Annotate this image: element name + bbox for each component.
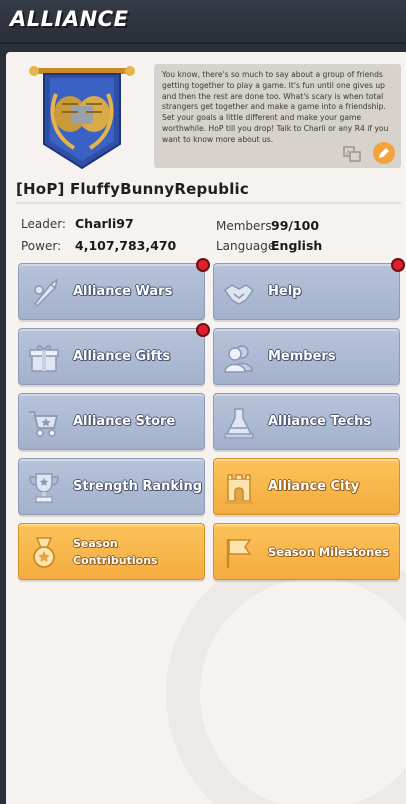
flask-icon xyxy=(224,408,254,439)
language-value: English xyxy=(271,238,323,253)
description-text: You know, there's so much to say about a… xyxy=(162,70,389,144)
top-bar: ALLIANCE xyxy=(0,0,406,44)
members-icon xyxy=(224,345,253,373)
notification-dot xyxy=(196,258,210,272)
medal-icon xyxy=(33,537,55,568)
translate-icon[interactable]: A xyxy=(343,146,361,162)
power-label: Power: xyxy=(21,239,62,253)
handshake-icon xyxy=(223,284,255,305)
members-label: Members: xyxy=(216,219,276,233)
alliance-wars-button[interactable]: Alliance Wars xyxy=(18,258,210,320)
alliance-name: [HoP] FluffyBunnyRepublic xyxy=(16,180,249,198)
season-contributions-button[interactable]: Season Contributions xyxy=(18,523,205,580)
notification-dot xyxy=(196,323,210,337)
tile-label: Strength Ranking xyxy=(73,479,203,494)
help-button[interactable]: Help xyxy=(213,258,405,320)
trophy-icon xyxy=(29,473,59,503)
pencil-icon xyxy=(379,148,389,158)
divider xyxy=(16,202,401,204)
season-milestones-button[interactable]: Season Milestones xyxy=(213,523,400,580)
edit-description-button[interactable] xyxy=(373,142,395,164)
leader-label: Leader: xyxy=(21,217,66,231)
tile-label: Alliance Wars xyxy=(73,284,173,299)
alliance-gifts-button[interactable]: Alliance Gifts xyxy=(18,323,210,385)
rocket-icon xyxy=(33,278,59,308)
alliance-panel: You know, there's so much to say about a… xyxy=(6,52,406,804)
tile-label: Alliance Techs xyxy=(268,414,372,429)
members-count: 99/100 xyxy=(271,218,320,233)
alliance-techs-button[interactable]: Alliance Techs xyxy=(213,393,400,450)
power-value: 4,107,783,470 xyxy=(75,238,177,253)
alliance-description: You know, there's so much to say about a… xyxy=(154,64,401,168)
background-emblem xyxy=(166,544,406,804)
city-icon xyxy=(225,474,253,504)
language-label: Language: xyxy=(216,239,280,253)
strength-ranking-button[interactable]: Strength Ranking xyxy=(18,458,205,515)
tile-label: Members xyxy=(268,349,336,364)
cart-icon xyxy=(29,411,59,437)
tile-label: Help xyxy=(268,284,302,299)
tile-label: Season Contributions xyxy=(73,536,158,567)
members-button[interactable]: Members xyxy=(213,328,400,385)
alliance-store-button[interactable]: Alliance Store xyxy=(18,393,205,450)
tile-label: Alliance Gifts xyxy=(73,349,171,364)
leader-name[interactable]: Charli97 xyxy=(75,216,134,231)
page-title: ALLIANCE xyxy=(10,7,129,31)
notification-dot xyxy=(391,258,405,272)
tile-label: Alliance Store xyxy=(73,414,176,429)
tile-label: Season Milestones xyxy=(268,544,389,559)
alliance-city-button[interactable]: Alliance City xyxy=(213,458,400,515)
tile-label: Alliance City xyxy=(268,479,360,494)
flag-icon xyxy=(226,539,252,568)
alliance-banner-icon[interactable] xyxy=(26,64,138,172)
gift-icon xyxy=(29,345,59,372)
